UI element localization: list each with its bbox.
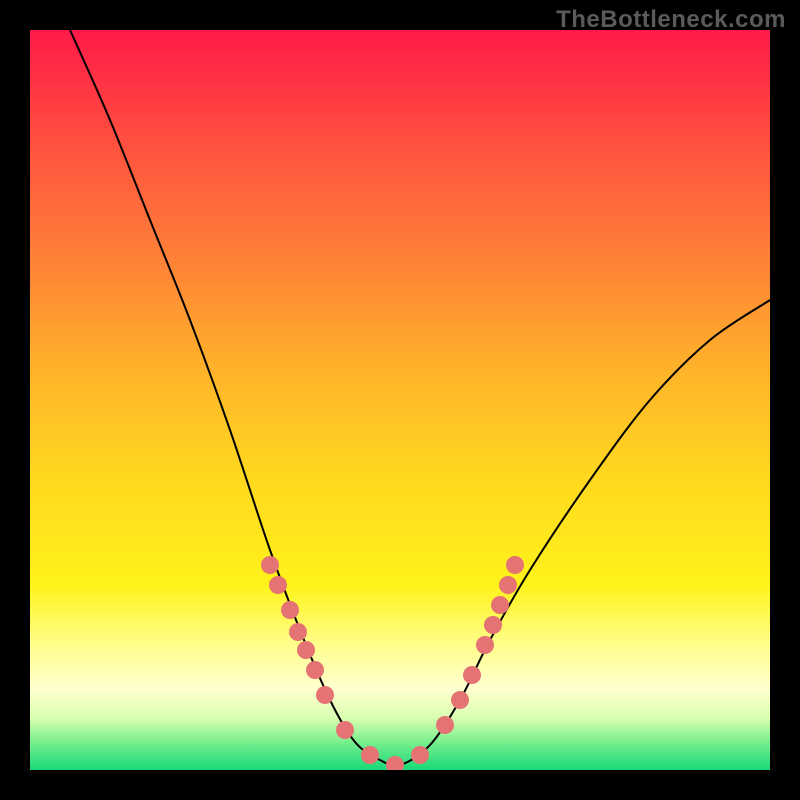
data-marker xyxy=(289,623,307,641)
watermark-text: TheBottleneck.com xyxy=(556,6,786,34)
data-marker xyxy=(281,601,299,619)
data-marker xyxy=(411,746,429,764)
data-marker xyxy=(476,636,494,654)
data-marker xyxy=(484,616,502,634)
data-marker xyxy=(436,716,454,734)
data-marker xyxy=(297,641,315,659)
chart-svg xyxy=(30,30,770,770)
marker-group xyxy=(261,556,524,770)
data-marker xyxy=(316,686,334,704)
data-marker xyxy=(386,756,404,770)
chart-plot-area xyxy=(30,30,770,770)
data-marker xyxy=(361,746,379,764)
data-marker xyxy=(261,556,279,574)
data-marker xyxy=(463,666,481,684)
data-marker xyxy=(506,556,524,574)
data-marker xyxy=(491,596,509,614)
data-marker xyxy=(451,691,469,709)
data-marker xyxy=(336,721,354,739)
data-marker xyxy=(269,576,287,594)
data-marker xyxy=(499,576,517,594)
data-marker xyxy=(306,661,324,679)
bottleneck-curve xyxy=(70,30,770,766)
